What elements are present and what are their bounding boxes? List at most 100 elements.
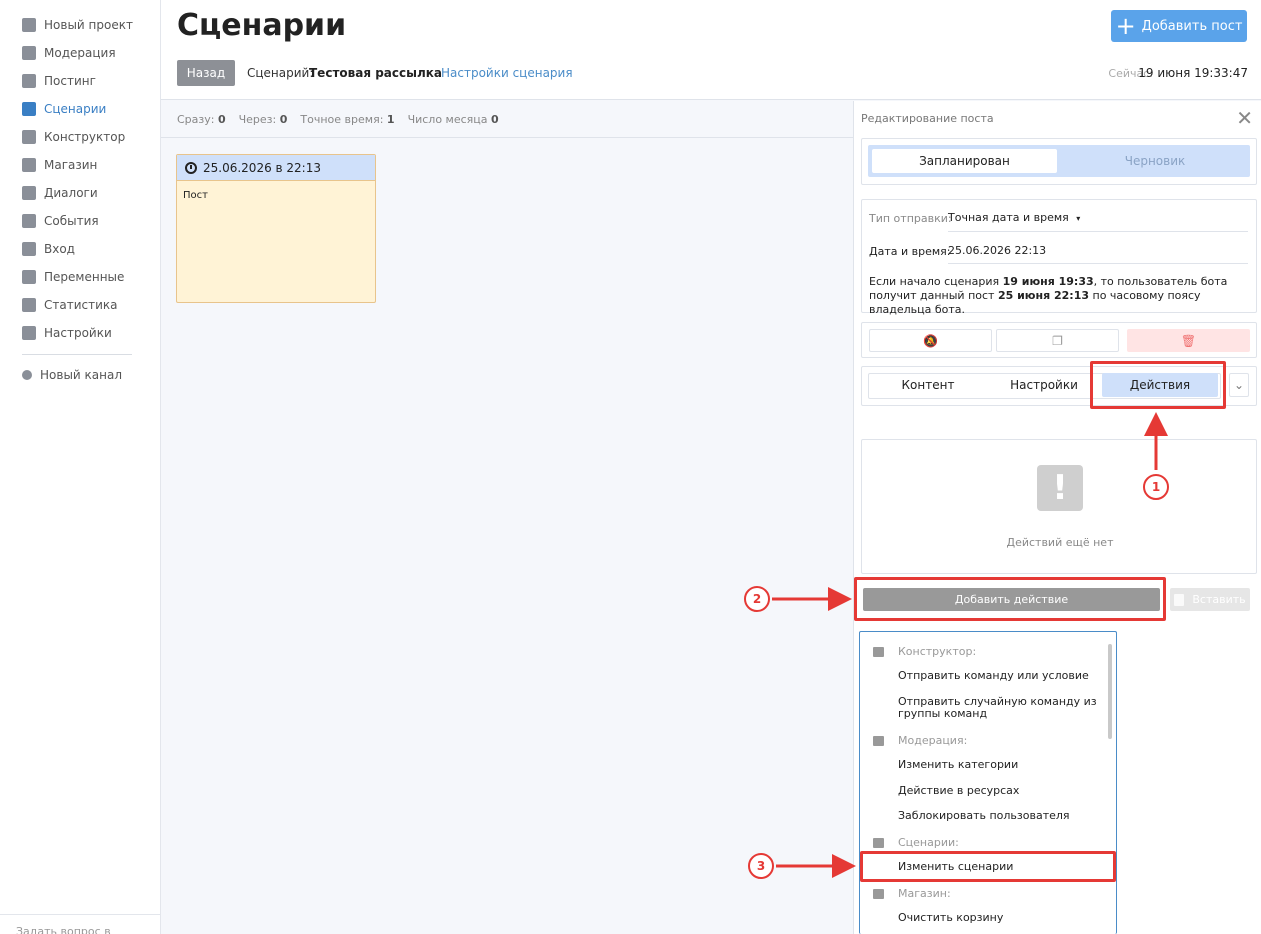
dropdown-item-resource-action[interactable]: Действие в ресурсах — [898, 785, 1098, 797]
sidebar-item-label: Магазин — [44, 158, 98, 172]
pie-chart-icon — [22, 298, 36, 312]
dropdown-item-change-categories[interactable]: Изменить категории — [898, 759, 1098, 771]
sidebar-item-statistics[interactable]: Статистика — [22, 295, 118, 315]
sidebar-item-new-project[interactable]: Новый проект — [22, 15, 133, 35]
back-button[interactable]: Назад — [177, 60, 235, 86]
post-text: Пост — [183, 190, 208, 201]
post-datetime: 25.06.2026 в 22:13 — [203, 160, 321, 175]
sidebar-item-posting[interactable]: Постинг — [22, 71, 96, 91]
sidebar-item-moderation[interactable]: Модерация — [22, 43, 116, 63]
scenario-icon — [873, 837, 884, 848]
post-card[interactable]: 25.06.2026 в 22:13 Пост — [176, 154, 376, 303]
stat-immediately: Сразу: 0 — [177, 112, 226, 126]
clock-icon — [185, 161, 197, 174]
tab-settings[interactable]: Настройки — [986, 373, 1102, 397]
stat-after: Через: 0 — [238, 112, 288, 126]
login-icon — [22, 242, 36, 256]
stat-day-of-month: Число месяца 0 — [407, 112, 499, 126]
cart-icon — [22, 158, 36, 172]
page-title: Сценарии — [177, 8, 347, 43]
users-icon — [873, 735, 884, 746]
dropdown-scrollbar[interactable] — [1108, 644, 1112, 739]
page-header: Сценарии + Добавить пост Назад Сценарий: … — [161, 0, 1261, 100]
add-post-label: Добавить пост — [1141, 18, 1243, 34]
sidebar-item-label: Новый канал — [40, 368, 122, 382]
send-type-label: Тип отправки: — [869, 212, 952, 225]
delete-button[interactable]: 🗑 — [1127, 329, 1250, 352]
status-draft[interactable]: Черновик — [1064, 149, 1246, 173]
sidebar-item-new-channel[interactable]: Новый канал — [22, 365, 122, 385]
datetime-input[interactable]: 25.06.2026 22:13 — [948, 244, 1046, 257]
post-tools: 🔕 ❐ 🗑 — [861, 322, 1257, 358]
tab-content[interactable]: Контент — [870, 373, 986, 397]
chat-icon — [22, 186, 36, 200]
send-icon — [22, 74, 36, 88]
schedule-panel: Тип отправки: Точная дата и время ▾ Дата… — [861, 199, 1257, 316]
divider — [948, 231, 1248, 232]
users-icon — [22, 46, 36, 60]
dropdown-item-send-random-command[interactable]: Отправить случайную команду из группы ко… — [898, 696, 1098, 720]
sidebar-item-shop[interactable]: Магазин — [22, 155, 97, 175]
sidebar-item-variables[interactable]: Переменные — [22, 267, 124, 287]
send-type-select[interactable]: Точная дата и время ▾ — [948, 211, 1080, 224]
sidebar-item-events[interactable]: События — [22, 211, 99, 231]
sidebar-item-label: Сценарии — [44, 102, 107, 116]
sidebar-item-scenarios[interactable]: Сценарии — [22, 99, 106, 119]
action-type-dropdown[interactable]: Конструктор: Отправить команду или услов… — [859, 631, 1117, 934]
scenario-label: Сценарий: — [247, 66, 314, 80]
post-card-header: 25.06.2026 в 22:13 — [177, 155, 375, 181]
divider — [948, 263, 1248, 264]
star-icon — [22, 214, 36, 228]
trash-icon: 🗑 — [1180, 333, 1197, 348]
paste-icon — [1174, 593, 1185, 606]
status-planned[interactable]: Запланирован — [872, 149, 1057, 173]
sidebar-item-label: Вход — [44, 242, 75, 256]
copy-button[interactable]: ❐ — [996, 329, 1119, 352]
sidebar: Новый проект Модерация Постинг Сценарии … — [0, 0, 161, 934]
scenario-settings-link[interactable]: Настройки сценария — [441, 66, 573, 80]
mute-button[interactable]: 🔕 — [869, 329, 992, 352]
status-toggle: Запланирован Черновик — [868, 145, 1250, 177]
dropdown-item-block-user[interactable]: Заблокировать пользователя — [898, 810, 1098, 822]
datetime-label: Дата и время: — [869, 245, 951, 258]
sidebar-item-label: Настройки — [44, 326, 112, 340]
callout-2: 2 — [744, 586, 770, 612]
dropdown-group-shop: Магазин: — [873, 887, 951, 900]
highlight-change-scenarios — [860, 851, 1116, 882]
scenario-name: Тестовая рассылка — [309, 66, 443, 80]
chevron-down-icon[interactable]: ⌄ — [1229, 373, 1249, 397]
caret-down-icon: ▾ — [1076, 214, 1081, 223]
sidebar-item-label: Модерация — [44, 46, 116, 60]
now-value: 19 июня 19:33:47 — [1138, 66, 1248, 80]
dropdown-group-constructor: Конструктор: — [873, 645, 976, 658]
status-panel: Запланирован Черновик — [861, 138, 1257, 185]
sidebar-item-label: Новый проект — [44, 18, 133, 32]
sidebar-item-label: Конструктор — [44, 130, 126, 144]
dropdown-item-clear-cart[interactable]: Очистить корзину — [898, 912, 1098, 924]
sidebar-item-settings[interactable]: Настройки — [22, 323, 112, 343]
empty-actions-text: Действий ещё нет — [1006, 536, 1114, 549]
scenario-icon — [22, 102, 36, 116]
cart-icon — [873, 888, 884, 899]
sidebar-item-dialogs[interactable]: Диалоги — [22, 183, 98, 203]
grid-icon — [873, 646, 884, 657]
paste-button[interactable]: Вставить — [1170, 588, 1250, 611]
gear-icon — [22, 326, 36, 340]
sidebar-item-login[interactable]: Вход — [22, 239, 75, 259]
actions-empty-state: ! Действий ещё нет — [861, 439, 1257, 574]
sidebar-item-label: Статистика — [44, 298, 118, 312]
highlight-actions-tab — [1090, 361, 1226, 409]
timing-stats: Сразу: 0 Через: 0 Точное время: 1 Число … — [161, 101, 853, 138]
sidebar-divider — [22, 354, 132, 355]
plus-icon: + — [1115, 12, 1136, 40]
callout-3: 3 — [748, 853, 774, 879]
schedule-note: Если начало сценария 19 июня 19:33, то п… — [869, 275, 1228, 316]
add-post-button[interactable]: + Добавить пост — [1111, 10, 1247, 42]
callout-1: 1 — [1143, 474, 1169, 500]
close-icon[interactable]: ✕ — [1236, 108, 1253, 128]
dropdown-group-moderation: Модерация: — [873, 734, 967, 747]
sidebar-item-constructor[interactable]: Конструктор — [22, 127, 125, 147]
channel-icon — [22, 370, 32, 380]
ask-question-link[interactable]: Задать вопрос в — [0, 914, 161, 934]
dropdown-item-send-command[interactable]: Отправить команду или условие — [898, 670, 1098, 682]
